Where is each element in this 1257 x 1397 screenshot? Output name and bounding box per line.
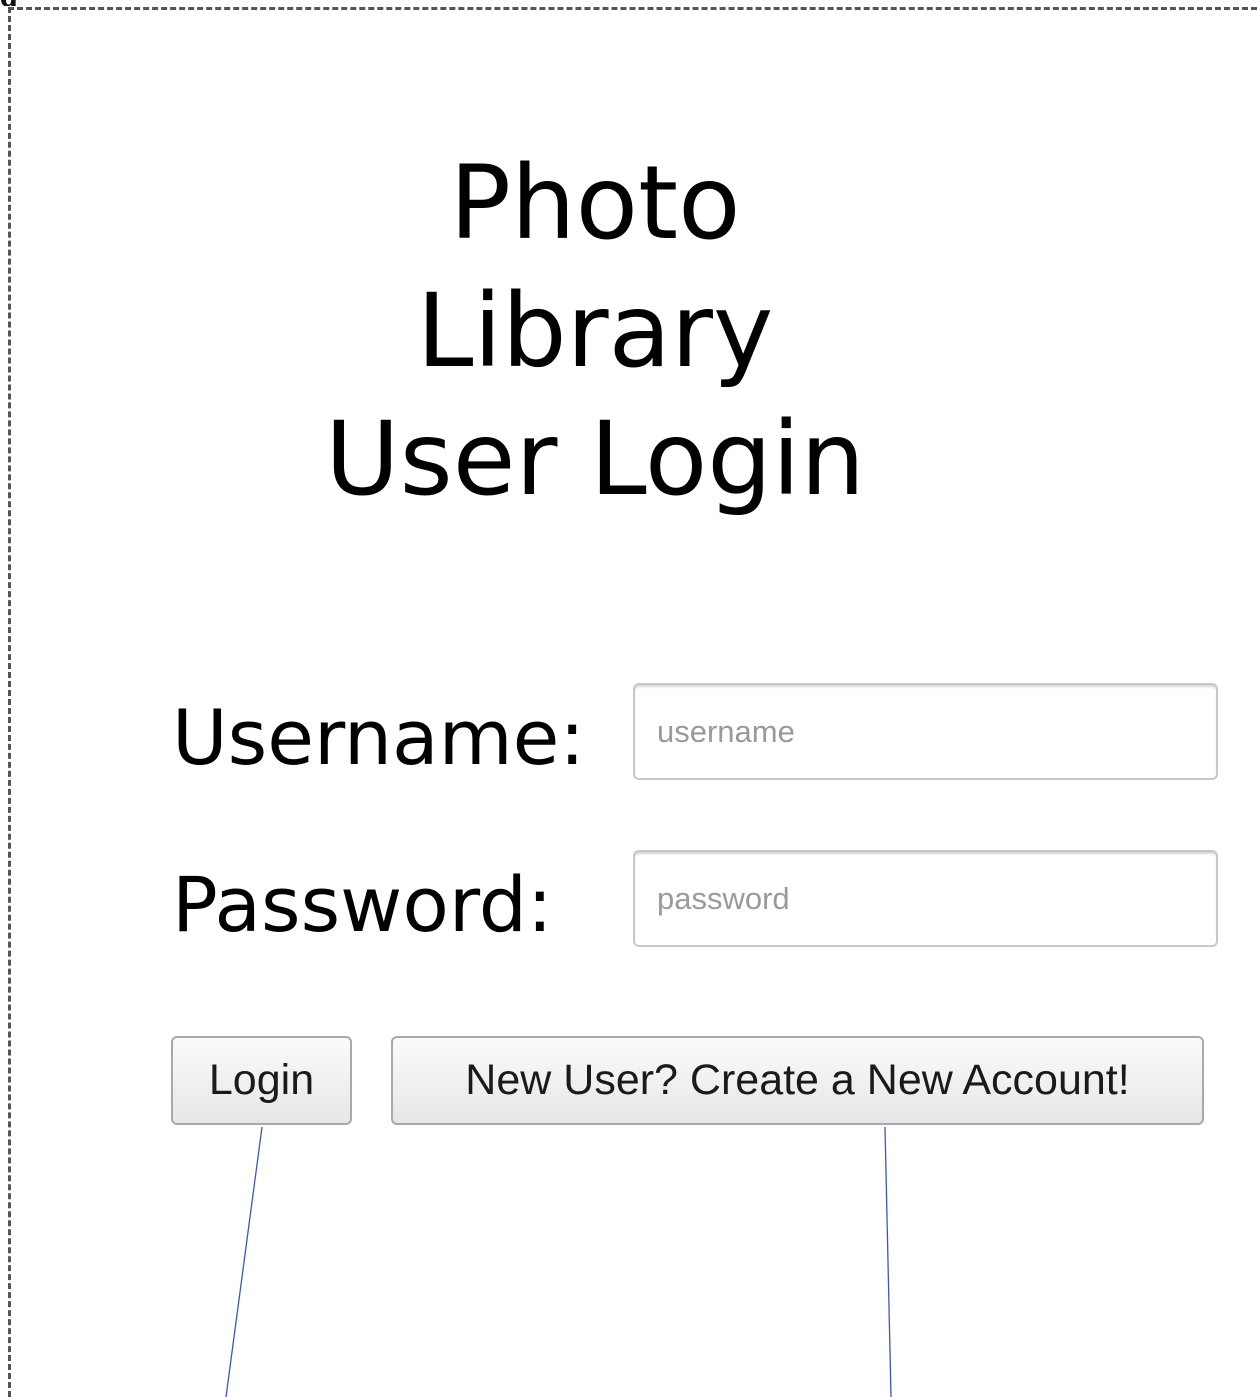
password-input[interactable] [633,850,1218,947]
title-line-2: Library [416,272,774,391]
login-button[interactable]: Login [171,1036,352,1125]
login-window: g Photo Library User Login Username: Pas… [0,0,1257,1397]
create-account-leader-line [884,1126,892,1397]
password-label: Password: [172,860,553,949]
frame-left-edge [8,7,11,1397]
login-leader-line [225,1126,263,1397]
frame-top-edge [8,7,1257,10]
page-title: Photo Library User Login [200,140,990,524]
username-input[interactable] [633,683,1218,780]
username-label: Username: [172,693,586,782]
title-line-1: Photo [449,144,741,263]
truncated-heading-glyph: g [0,0,20,6]
create-account-button[interactable]: New User? Create a New Account! [391,1036,1204,1125]
title-line-3: User Login [324,400,866,519]
